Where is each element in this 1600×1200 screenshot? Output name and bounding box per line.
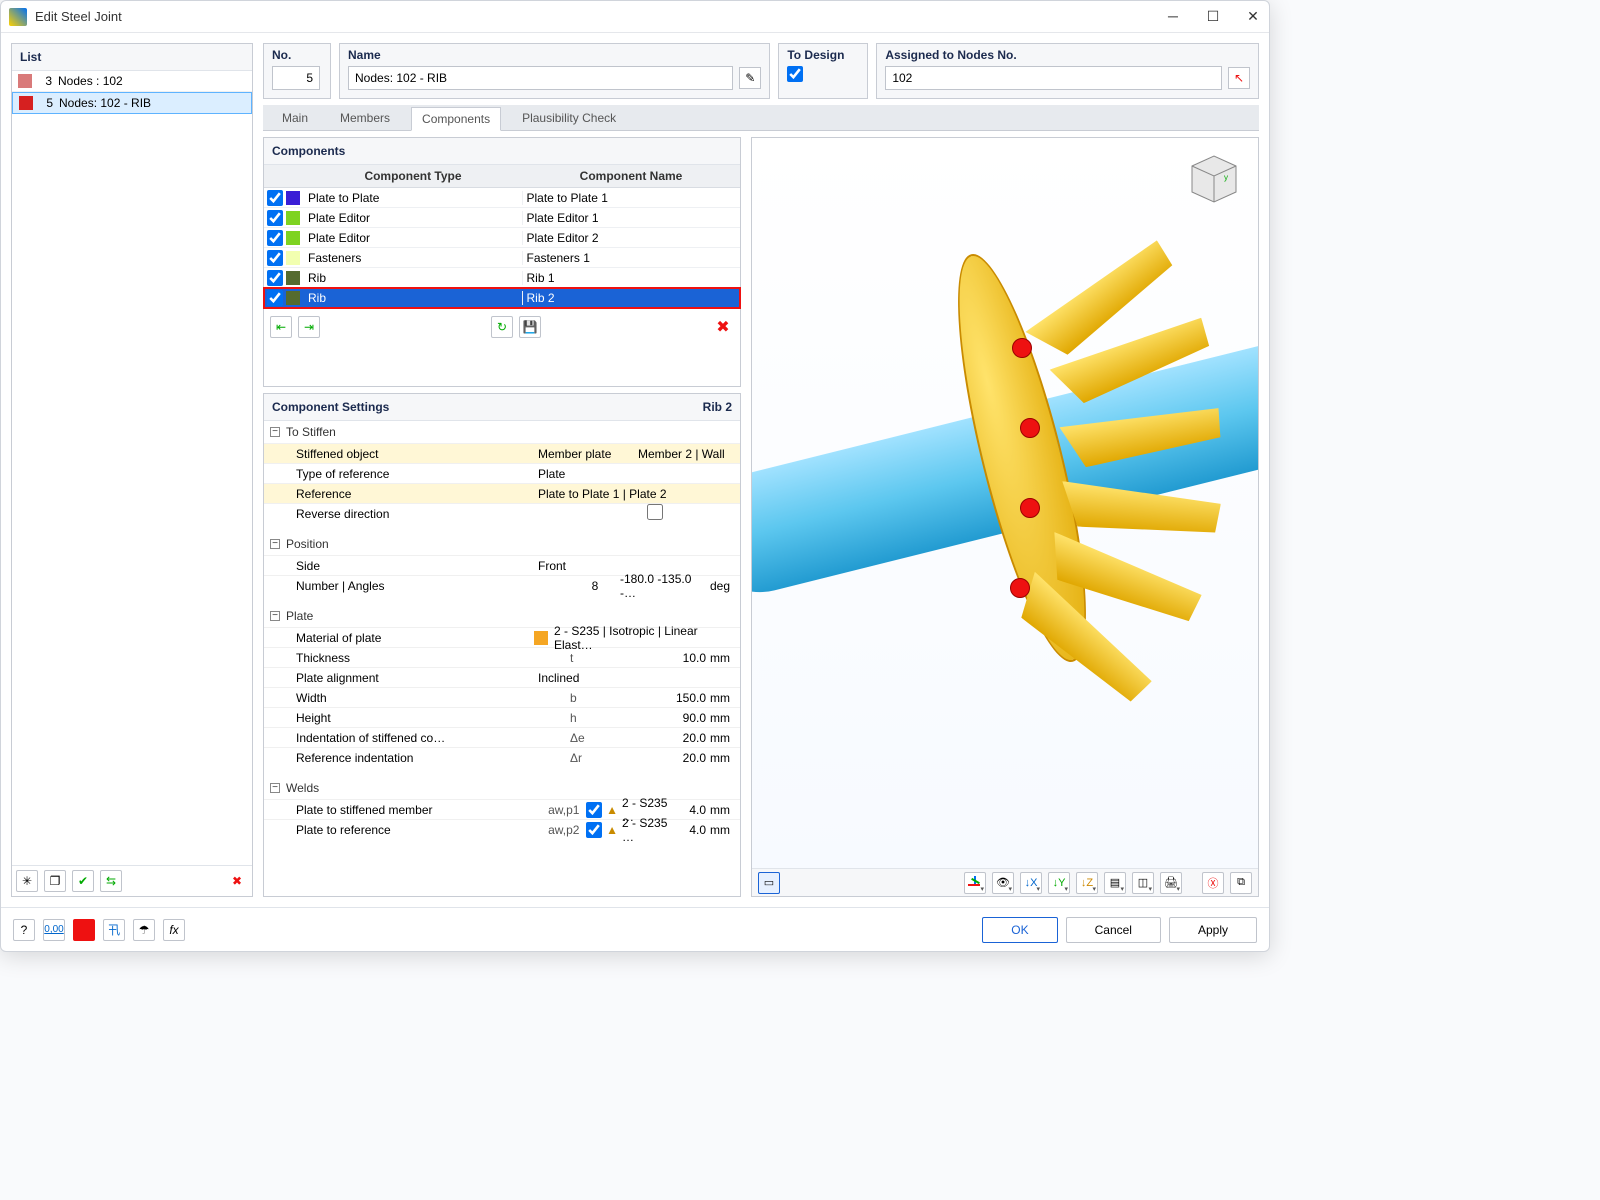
weld1-checkbox[interactable] [586,802,602,818]
apply-button[interactable]: Apply [1169,917,1257,943]
window-title: Edit Steel Joint [35,9,1165,24]
check-all-button[interactable]: ✔ [72,870,94,892]
color-swatch [18,74,32,88]
component-row[interactable]: Plate to Plate Plate to Plate 1 [264,188,740,208]
view-x-button[interactable]: ↓X▾ [1020,872,1042,894]
orientation-cube[interactable]: y [1180,148,1248,208]
list-header: List [12,44,252,71]
copy-button[interactable]: ❐ [44,870,66,892]
row-checkbox[interactable] [267,270,283,286]
row-checkbox[interactable] [267,210,283,226]
axes-icon[interactable]: ▾ [964,872,986,894]
select-mode-button[interactable]: ▭ [758,872,780,894]
no-input[interactable] [272,66,320,90]
view-z-button[interactable]: ↓Z▾ [1076,872,1098,894]
tabs: Main Members Components Plausibility Che… [263,105,1259,131]
color-swatch [19,96,33,110]
view-toolbar: ▭ ▾ 👁▾ ↓X▾ ↓Y▾ ↓Z▾ ▤▾ ◫▾ 🖨▾ Ⓧ ⧉ [752,868,1258,896]
row-checkbox[interactable] [267,250,283,266]
view-eye-button[interactable]: 👁▾ [992,872,1014,894]
maximize-button[interactable]: ☐ [1205,8,1221,25]
row-checkbox[interactable] [267,230,283,246]
row-checkbox[interactable] [267,290,283,306]
minimize-button[interactable]: ─ [1165,8,1181,25]
tree-button[interactable]: 卂 [103,919,125,941]
list-item[interactable]: 5 Nodes: 102 - RIB [12,92,252,114]
weld2-checkbox[interactable] [586,822,602,838]
clear-view-button[interactable]: Ⓧ [1202,872,1224,894]
move-down-button[interactable]: ⇥ [298,316,320,338]
to-design-checkbox[interactable] [787,66,803,82]
iso-button[interactable]: ◫▾ [1132,872,1154,894]
units-button[interactable]: 0,00 [43,919,65,941]
component-row[interactable]: Plate Editor Plate Editor 2 [264,228,740,248]
titlebar: Edit Steel Joint ─ ☐ ✕ [1,1,1269,33]
3d-viewport[interactable]: y [752,138,1258,868]
color-swatch-button[interactable] [73,919,95,941]
section-position[interactable]: −Position [264,533,740,555]
detach-view-button[interactable]: ⧉ [1230,872,1252,894]
close-button[interactable]: ✕ [1245,8,1261,25]
settings-header: Component Settings [272,400,389,414]
view-y-button[interactable]: ↓Y▾ [1048,872,1070,894]
name-field: Name ✎ [339,43,770,99]
component-row[interactable]: Rib Rib 1 [264,268,740,288]
tab-components[interactable]: Components [411,107,501,131]
move-up-button[interactable]: ⇤ [270,316,292,338]
new-star-button[interactable]: ✳ [16,870,38,892]
edit-name-button[interactable]: ✎ [739,67,761,89]
no-field: No. [263,43,331,99]
3d-view-panel: y [751,137,1259,897]
assigned-nodes-field: Assigned to Nodes No. ↖ [876,43,1259,99]
property-grid[interactable]: −To Stiffen Stiffened objectMember plate… [264,421,740,896]
assigned-nodes-input[interactable] [885,66,1222,90]
svg-text:y: y [1224,173,1228,182]
section-to-stiffen[interactable]: −To Stiffen [264,421,740,443]
ok-button[interactable]: OK [982,917,1057,943]
settings-component-name: Rib 2 [703,400,732,414]
list-item[interactable]: 3 Nodes : 102 [12,71,252,92]
fx-button[interactable]: fx [163,919,185,941]
filter-button[interactable]: ⇆ [100,870,122,892]
to-design-field: To Design [778,43,868,99]
component-row[interactable]: Fasteners Fasteners 1 [264,248,740,268]
app-icon [9,8,27,26]
tab-plausibility[interactable]: Plausibility Check [511,106,627,130]
row-checkbox[interactable] [267,190,283,206]
layers-button[interactable]: ▤▾ [1104,872,1126,894]
save-template-button[interactable]: 💾 [519,316,541,338]
components-header: Components [264,138,740,165]
remove-component-button[interactable]: ✖ [712,316,734,338]
delete-button[interactable]: ✖ [226,870,248,892]
reverse-direction-checkbox[interactable] [647,504,663,520]
help-button[interactable]: ? [13,919,35,941]
refresh-button[interactable]: ↻ [491,316,513,338]
component-row[interactable]: Plate Editor Plate Editor 1 [264,208,740,228]
tab-members[interactable]: Members [329,106,401,130]
umbrella-button[interactable]: ☂ [133,919,155,941]
name-input[interactable] [348,66,733,90]
component-row[interactable]: Rib Rib 2 [264,288,740,308]
pick-nodes-button[interactable]: ↖ [1228,67,1250,89]
print-button[interactable]: 🖨▾ [1160,872,1182,894]
cancel-button[interactable]: Cancel [1066,917,1161,943]
list-panel: List 3 Nodes : 102 5 Nodes: 102 - RIB ✳ … [11,43,253,897]
tab-main[interactable]: Main [271,106,319,130]
